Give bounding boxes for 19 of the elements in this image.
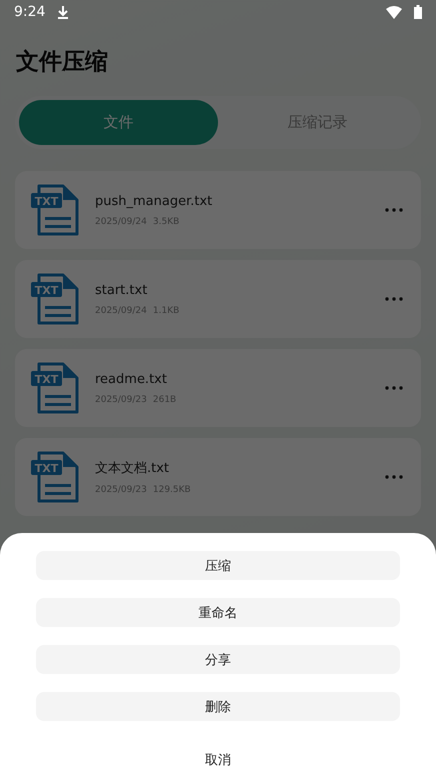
action-button[interactable]: 压缩 [36, 551, 400, 580]
download-icon [57, 5, 70, 19]
more-icon[interactable] [385, 386, 403, 390]
status-time: 9:24 [14, 4, 46, 20]
page-title: 文件压缩 [15, 48, 109, 77]
file-name: readme.txt [95, 372, 167, 386]
wifi-icon [386, 6, 402, 18]
battery-icon [414, 5, 422, 19]
action-button[interactable]: 重命名 [36, 598, 400, 627]
file-name: start.txt [95, 282, 148, 298]
tab[interactable]: 文件 [19, 100, 218, 145]
more-icon[interactable] [385, 208, 403, 212]
cancel-button[interactable]: 取消 [195, 747, 241, 773]
action-button[interactable]: 删除 [36, 692, 400, 721]
more-icon[interactable] [385, 475, 403, 479]
more-icon[interactable] [385, 297, 403, 301]
action-button[interactable]: 分享 [36, 645, 400, 674]
file-name: 文本文档.txt [95, 460, 170, 477]
file-name: push_manager.txt [95, 194, 212, 208]
